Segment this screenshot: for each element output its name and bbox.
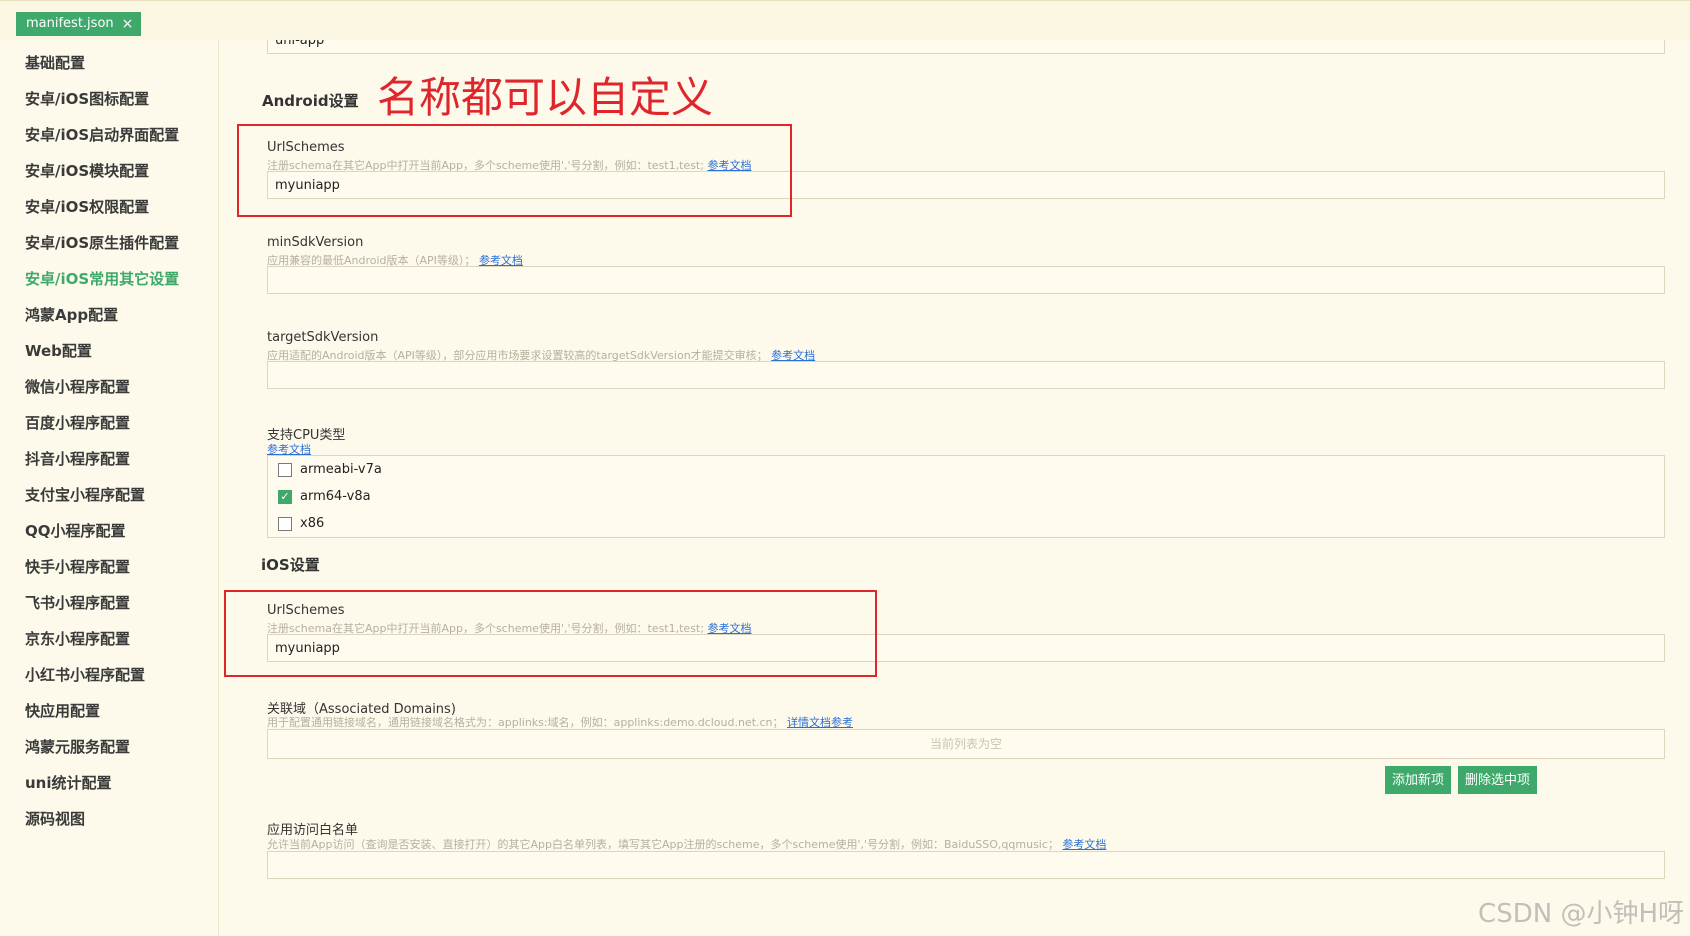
checkbox-unchecked-icon[interactable] — [278, 516, 292, 531]
highlight-box-ios — [224, 590, 877, 677]
associated-domains-desc: 用于配置通用链接域名，通用链接域名格式为：applinks:域名，例如：appl… — [267, 714, 853, 730]
cpu-option-arm64-v8a[interactable]: ✓ arm64-v8a — [278, 489, 371, 504]
cpu-option-label: arm64-v8a — [300, 489, 371, 504]
cpu-type-list: armeabi-v7a ✓ arm64-v8a x86 — [267, 455, 1665, 538]
sidebar-item-harmony-service[interactable]: 鸿蒙元服务配置 — [25, 736, 130, 757]
cpu-option-armeabi-v7a[interactable]: armeabi-v7a — [278, 462, 382, 477]
cpu-option-label: armeabi-v7a — [300, 462, 382, 477]
associated-domains-desc-text: 用于配置通用链接域名，通用链接域名格式为：applinks:域名，例如：appl… — [267, 716, 784, 729]
tab-manifest-json[interactable]: manifest.json × — [16, 12, 142, 36]
sidebar-item-splash[interactable]: 安卓/iOS启动界面配置 — [25, 124, 179, 145]
sidebar-item-weixin[interactable]: 微信小程序配置 — [25, 376, 130, 397]
target-sdk-label: targetSdkVersion — [267, 330, 379, 345]
sidebar-item-source-view[interactable]: 源码视图 — [25, 808, 85, 829]
sidebar-item-baidu[interactable]: 百度小程序配置 — [25, 412, 130, 433]
sidebar-item-kuaishou[interactable]: 快手小程序配置 — [25, 556, 130, 577]
add-item-button[interactable]: 添加新项 — [1385, 766, 1451, 794]
highlight-box-android — [237, 124, 792, 217]
associated-domains-list[interactable]: 当前列表为空 — [267, 729, 1665, 759]
cpu-option-x86[interactable]: x86 — [278, 516, 324, 531]
checkbox-unchecked-icon[interactable] — [278, 462, 292, 477]
sidebar-item-douyin[interactable]: 抖音小程序配置 — [25, 448, 130, 469]
app-root: manifest.json × 基础配置 安卓/iOS图标配置 安卓/iOS启动… — [0, 0, 1690, 936]
cpu-option-label: x86 — [300, 516, 325, 531]
sidebar: 基础配置 安卓/iOS图标配置 安卓/iOS启动界面配置 安卓/iOS模块配置 … — [0, 40, 219, 936]
whitelist-desc-text: 允许当前App访问（查询是否安装、直接打开）的其它App白名单列表，填写其它Ap… — [267, 838, 1059, 851]
checkbox-checked-icon[interactable]: ✓ — [278, 489, 292, 504]
annotation-text: 名称都可以自定义 — [377, 73, 714, 122]
whitelist-desc: 允许当前App访问（查询是否安装、直接打开）的其它App白名单列表，填写其它Ap… — [267, 836, 1106, 852]
ios-settings-title: iOS设置 — [261, 556, 320, 574]
associated-domains-doc-link[interactable]: 详情文档参考 — [787, 716, 853, 729]
sidebar-item-modules[interactable]: 安卓/iOS模块配置 — [25, 160, 149, 181]
sidebar-item-permissions[interactable]: 安卓/iOS权限配置 — [25, 196, 149, 217]
whitelist-doc-link[interactable]: 参考文档 — [1062, 838, 1106, 851]
sidebar-item-uni-stat[interactable]: uni统计配置 — [25, 772, 112, 793]
close-icon[interactable]: × — [122, 12, 134, 36]
app-name-input[interactable] — [267, 40, 1665, 54]
min-sdk-input[interactable] — [267, 266, 1665, 294]
main-content: Android设置 名称都可以自定义 UrlSchemes 注册schema在其… — [220, 40, 1690, 936]
sidebar-item-alipay[interactable]: 支付宝小程序配置 — [25, 484, 145, 505]
sidebar-item-other-settings[interactable]: 安卓/iOS常用其它设置 — [25, 268, 179, 289]
sidebar-item-quickapp[interactable]: 快应用配置 — [25, 700, 100, 721]
android-settings-title: Android设置 — [262, 92, 359, 110]
sidebar-item-xiaohongshu[interactable]: 小红书小程序配置 — [25, 664, 145, 685]
sidebar-item-basic[interactable]: 基础配置 — [25, 52, 85, 73]
sidebar-item-jd[interactable]: 京东小程序配置 — [25, 628, 130, 649]
sidebar-item-native-plugins[interactable]: 安卓/iOS原生插件配置 — [25, 232, 179, 253]
sidebar-item-web[interactable]: Web配置 — [25, 340, 92, 361]
tab-bar: manifest.json × — [0, 0, 1690, 40]
sidebar-item-qq[interactable]: QQ小程序配置 — [25, 520, 126, 541]
sidebar-item-harmony-app[interactable]: 鸿蒙App配置 — [25, 304, 118, 325]
min-sdk-label: minSdkVersion — [267, 235, 364, 250]
sidebar-item-feishu[interactable]: 飞书小程序配置 — [25, 592, 130, 613]
delete-selected-button[interactable]: 删除选中项 — [1458, 766, 1537, 794]
watermark: CSDN @小钟H呀 — [1478, 899, 1684, 929]
tab-label: manifest.json — [26, 16, 114, 31]
whitelist-input[interactable] — [267, 851, 1665, 879]
target-sdk-input[interactable] — [267, 361, 1665, 389]
sidebar-item-icons[interactable]: 安卓/iOS图标配置 — [25, 88, 149, 109]
